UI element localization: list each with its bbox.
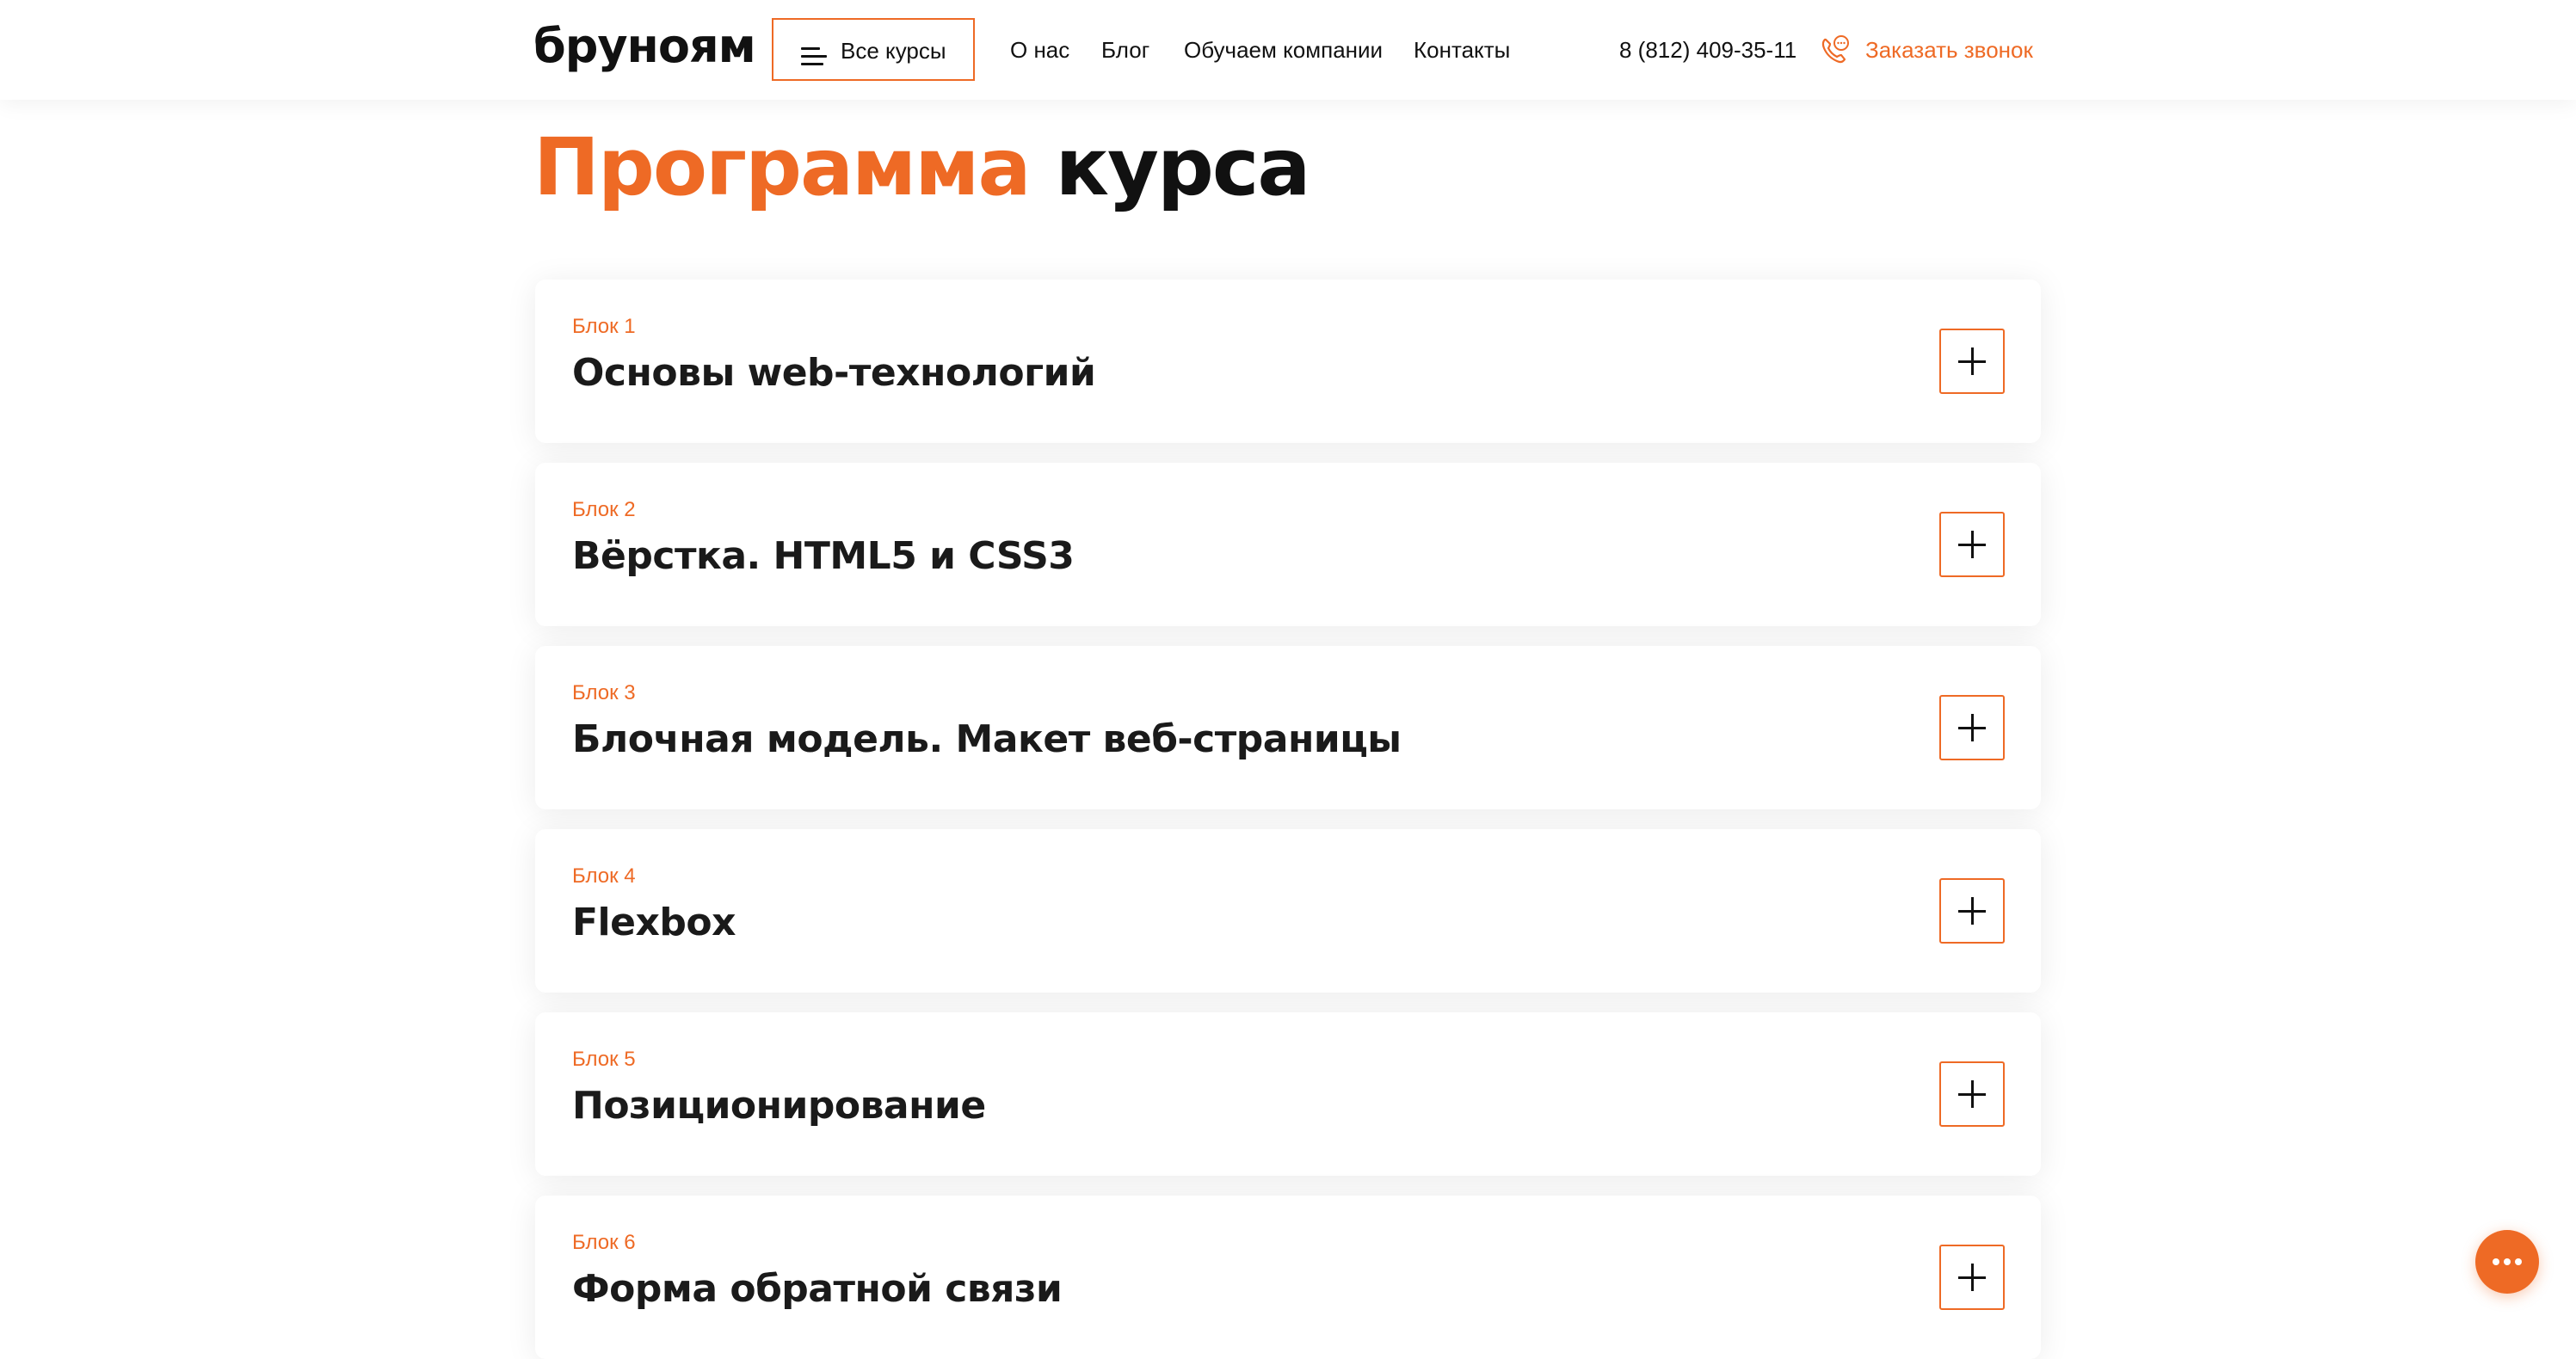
order-call-link[interactable]: Заказать звонок [1865,0,2033,100]
block-title: Форма обратной связи [572,1267,1063,1311]
plus-icon [1958,897,1986,925]
block-title: Flexbox [572,901,736,944]
block-title: Позиционирование [572,1084,986,1128]
plus-icon [1958,1080,1986,1108]
program-block-4[interactable]: Блок 4 Flexbox [535,829,2041,993]
page-title-accent: Программа [533,121,1032,213]
block-title: Вёрстка. HTML5 и CSS3 [572,534,1075,578]
nav-corporate[interactable]: Обучаем компании [1184,0,1383,100]
nav-contacts[interactable]: Контакты [1414,0,1510,100]
expand-button[interactable] [1939,878,2005,944]
program-block-2[interactable]: Блок 2 Вёрстка. HTML5 и CSS3 [535,463,2041,626]
block-number: Блок 6 [572,1231,636,1254]
all-courses-label: Все курсы [841,38,946,64]
block-number: Блок 3 [572,681,636,704]
block-number: Блок 1 [572,315,636,338]
block-number: Блок 5 [572,1048,636,1071]
plus-icon [1958,347,1986,375]
site-header: бруноям Все курсы О нас Блог Обучаем ком… [0,0,2576,100]
program-block-6[interactable]: Блок 6 Форма обратной связи [535,1196,2041,1359]
plus-icon [1958,714,1986,741]
block-number: Блок 2 [572,498,636,521]
program-block-3[interactable]: Блок 3 Блочная модель. Макет веб-страниц… [535,646,2041,809]
program-block-1[interactable]: Блок 1 Основы web-технологий [535,280,2041,443]
plus-icon [1958,1264,1986,1291]
block-title: Основы web-технологий [572,351,1096,395]
phone-number[interactable]: 8 (812) 409-35-11 [1619,0,1796,100]
expand-button[interactable] [1939,695,2005,760]
expand-button[interactable] [1939,512,2005,577]
page-title: Программа курса [533,120,1311,215]
block-title: Блочная модель. Макет веб-страницы [572,717,1402,761]
all-courses-button[interactable]: Все курсы [772,18,975,81]
expand-button[interactable] [1939,1245,2005,1310]
program-block-5[interactable]: Блок 5 Позиционирование [535,1012,2041,1176]
logo[interactable]: бруноям [533,12,756,81]
block-number: Блок 4 [572,864,636,888]
chat-button[interactable] [2475,1230,2539,1294]
phone-call-icon[interactable] [1819,34,1850,65]
expand-button[interactable] [1939,329,2005,394]
chat-dots-icon [2493,1258,2522,1265]
burger-menu-icon [801,47,827,66]
expand-button[interactable] [1939,1061,2005,1127]
plus-icon [1958,531,1986,558]
nav-blog[interactable]: Блог [1101,0,1149,100]
page-title-rest: курса [1055,121,1311,213]
nav-about[interactable]: О нас [1010,0,1069,100]
